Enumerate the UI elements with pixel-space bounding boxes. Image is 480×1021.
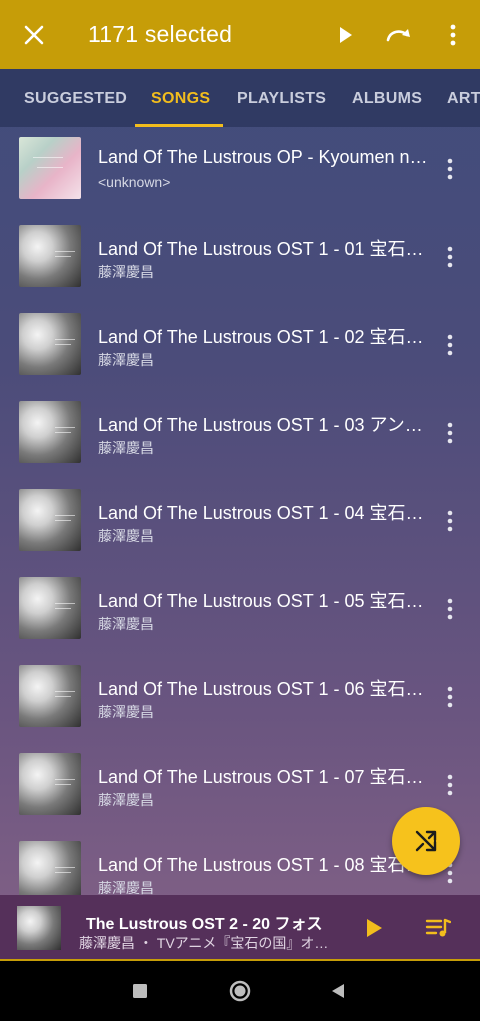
more-vert-icon [447, 422, 453, 444]
song-title: Land Of The Lustrous OST 1 - 07 宝石の国 [98, 767, 428, 787]
selection-action-bar: 1171 selected [0, 0, 480, 69]
song-menu-button[interactable] [430, 501, 470, 541]
song-menu-button[interactable] [430, 325, 470, 365]
more-vert-icon [447, 334, 453, 356]
shuffle-fab[interactable] [392, 807, 460, 875]
song-artist: 藤澤慶昌 [98, 440, 154, 456]
song-artist: 藤澤慶昌 [98, 528, 154, 544]
song-menu-button[interactable] [430, 677, 470, 717]
album-art [19, 577, 81, 639]
selection-count-title: 1171 selected [88, 21, 233, 47]
tab-albums[interactable]: ALBUMS [352, 69, 422, 127]
album-art [19, 313, 81, 375]
close-icon [24, 25, 44, 44]
play-next-icon [386, 28, 410, 41]
song-menu-button[interactable] [430, 413, 470, 453]
song-row[interactable]: Land Of The Lustrous OST 1 - 03 アンタークチサイ… [0, 391, 480, 479]
album-art [19, 489, 81, 551]
more-vert-icon [447, 158, 453, 180]
song-title: Land Of The Lustrous OST 1 - 04 宝石の国 [98, 503, 428, 523]
now-playing-title: The Lustrous OST 2 - 20 フォス [86, 916, 323, 933]
album-art [19, 225, 81, 287]
play-next-button[interactable] [372, 0, 426, 69]
queue-icon [425, 918, 451, 937]
song-row[interactable]: Land Of The Lustrous OST 1 - 01 宝石の国 藤澤慶… [0, 215, 480, 303]
song-row[interactable]: Land Of The Lustrous OST 1 - 02 宝石の国 藤澤慶… [0, 303, 480, 391]
more-options-button[interactable] [426, 0, 480, 69]
song-menu-button[interactable] [430, 765, 470, 805]
album-art [19, 401, 81, 463]
recents-button[interactable] [123, 974, 157, 1008]
song-menu-button[interactable] [430, 237, 470, 277]
back-button[interactable] [321, 974, 355, 1008]
song-title: Land Of The Lustrous OST 1 - 06 宝石の国 [98, 679, 428, 699]
song-artist: 藤澤慶昌 [98, 616, 154, 632]
tab-artists[interactable]: ARTISTS [447, 69, 480, 127]
library-tabs: SUGGESTED SONGS PLAYLISTS ALBUMS ARTISTS [0, 69, 480, 127]
tab-songs[interactable]: SONGS [151, 69, 210, 127]
now-playing-art [17, 906, 61, 950]
song-list[interactable]: Land Of The Lustrous OP - Kyoumen no Nam… [0, 127, 480, 895]
song-artist: 藤澤慶昌 [98, 792, 154, 808]
album-art [19, 137, 81, 199]
song-title: Land Of The Lustrous OST 1 - 05 宝石の国 [98, 591, 428, 611]
more-vert-icon [447, 774, 453, 796]
back-icon [332, 984, 344, 998]
play-icon [340, 26, 352, 43]
system-navigation-bar [0, 961, 480, 1021]
home-button[interactable] [223, 974, 257, 1008]
song-title: Land Of The Lustrous OP - Kyoumen no Nam… [98, 147, 428, 167]
song-row[interactable]: Land Of The Lustrous OST 1 - 04 宝石の国 藤澤慶… [0, 479, 480, 567]
mini-player[interactable]: The Lustrous OST 2 - 20 フォス 藤澤慶昌 ・ TVアニメ… [0, 895, 480, 961]
tab-playlists[interactable]: PLAYLISTS [237, 69, 326, 127]
more-vert-icon [447, 598, 453, 620]
more-vert-icon [447, 510, 453, 532]
mini-player-play-button[interactable] [356, 910, 392, 946]
recents-icon [133, 984, 147, 998]
shuffle-icon [415, 830, 437, 852]
play-icon [367, 919, 382, 937]
play-selection-button[interactable] [318, 0, 372, 69]
queue-button[interactable] [420, 910, 456, 946]
song-artist: 藤澤慶昌 [98, 704, 154, 720]
song-artist: 藤澤慶昌 [98, 880, 154, 895]
song-menu-button[interactable] [430, 149, 470, 189]
song-artist: 藤澤慶昌 [98, 264, 154, 280]
song-artist: <unknown> [98, 174, 171, 190]
more-vert-icon [447, 686, 453, 708]
song-title: Land Of The Lustrous OST 1 - 01 宝石の国 [98, 239, 428, 259]
album-art [19, 753, 81, 815]
song-menu-button[interactable] [430, 589, 470, 629]
home-icon [229, 980, 251, 1002]
now-playing-artist: 藤澤慶昌 ・ TVアニメ『宝石の国』オリジナルサウンドトラック [79, 935, 337, 951]
song-title: Land Of The Lustrous OST 1 - 03 アンタークチサイ… [98, 415, 428, 435]
album-art [19, 841, 81, 895]
song-title: Land Of The Lustrous OST 1 - 02 宝石の国 [98, 327, 428, 347]
song-row[interactable]: Land Of The Lustrous OST 1 - 06 宝石の国 藤澤慶… [0, 655, 480, 743]
album-art [19, 665, 81, 727]
more-vert-icon [447, 246, 453, 268]
tab-suggested[interactable]: SUGGESTED [24, 69, 127, 127]
song-row[interactable]: Land Of The Lustrous OST 1 - 05 宝石の国 藤澤慶… [0, 567, 480, 655]
song-title: Land Of The Lustrous OST 1 - 08 宝石の国 [98, 855, 428, 875]
song-row[interactable]: Land Of The Lustrous OP - Kyoumen no Nam… [0, 127, 480, 215]
more-vert-icon [450, 24, 456, 45]
close-selection-button[interactable] [0, 0, 68, 69]
song-artist: 藤澤慶昌 [98, 352, 154, 368]
